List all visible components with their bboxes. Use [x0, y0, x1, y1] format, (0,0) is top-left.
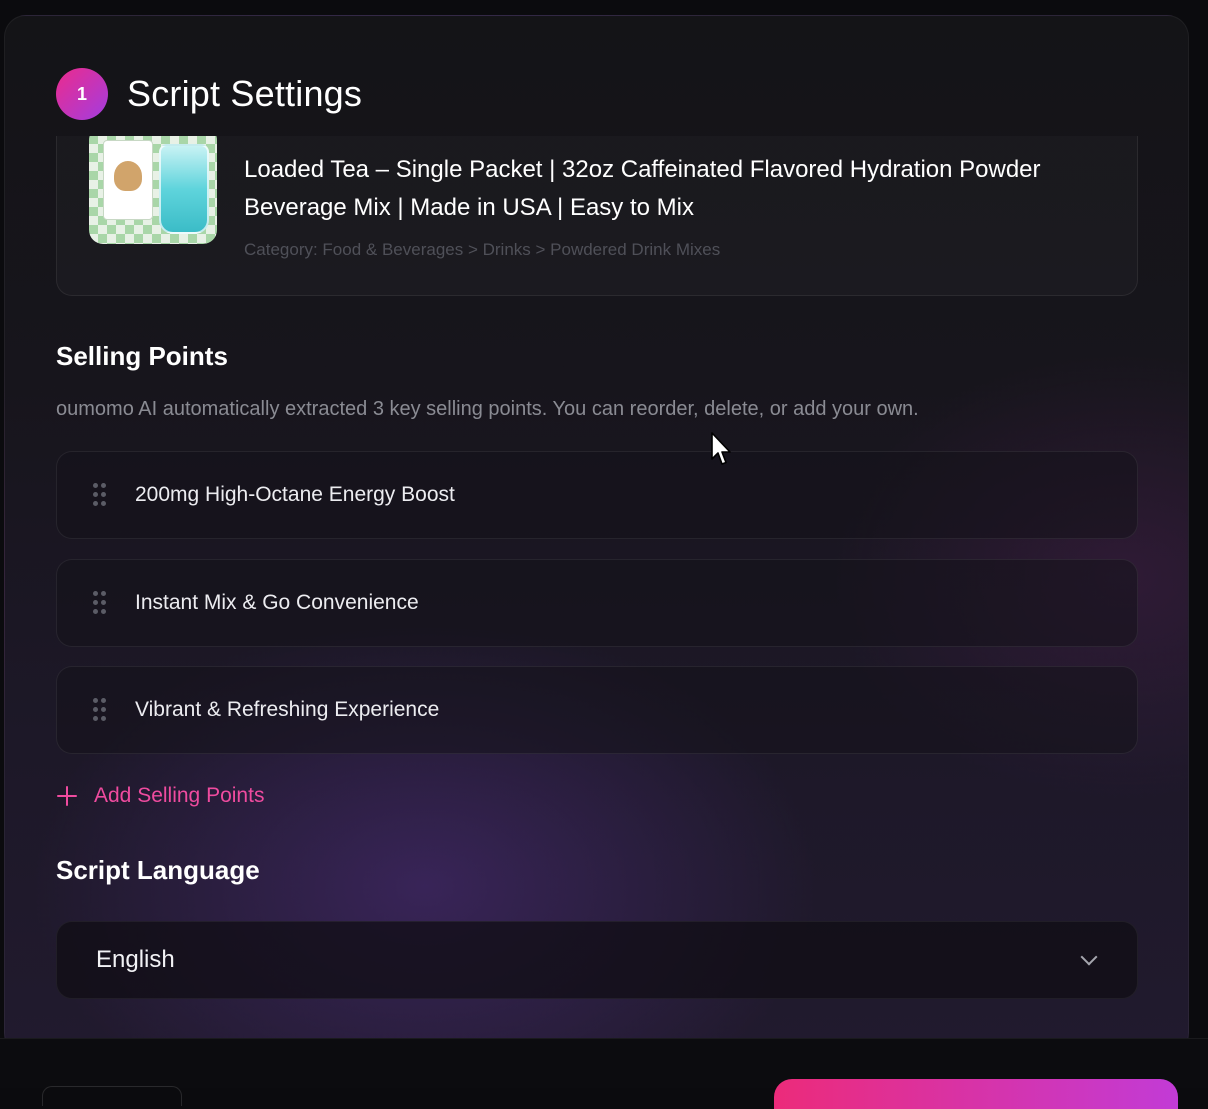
product-card[interactable]: Loaded Tea – Single Packet | 32oz Caffei… — [56, 136, 1138, 296]
product-thumbnail — [89, 136, 217, 244]
selling-points-description: oumomo AI automatically extracted 3 key … — [56, 398, 919, 420]
script-language-title: Script Language — [56, 855, 260, 885]
plus-icon — [56, 785, 78, 807]
selected-language: English — [96, 946, 175, 973]
product-packet-image — [103, 140, 153, 220]
product-title: Loaded Tea – Single Packet | 32oz Caffei… — [244, 156, 1041, 221]
chevron-down-icon — [1080, 948, 1098, 966]
footer-secondary-button[interactable] — [42, 1086, 182, 1106]
step-badge: 1 — [56, 68, 108, 120]
drag-handle-icon[interactable] — [93, 591, 107, 615]
footer-bar — [0, 1038, 1208, 1109]
selling-point-label[interactable]: Instant Mix & Go Convenience — [135, 591, 419, 615]
product-category: Category: Food & Beverages > Drinks > Po… — [244, 240, 721, 259]
mouse-cursor-icon — [711, 432, 731, 465]
footer-primary-button[interactable] — [774, 1079, 1178, 1109]
selling-point-item[interactable]: 200mg High-Octane Energy Boost — [56, 451, 1138, 539]
page-title: Script Settings — [127, 73, 363, 114]
drag-handle-icon[interactable] — [93, 698, 107, 722]
script-language-select[interactable]: English — [56, 921, 1138, 999]
selling-point-item[interactable]: Vibrant & Refreshing Experience — [56, 666, 1138, 754]
add-selling-points-button[interactable]: Add Selling Points — [56, 784, 264, 808]
add-selling-points-label: Add Selling Points — [94, 784, 265, 807]
section-header: 1 Script Settings — [56, 68, 362, 120]
selling-points-title: Selling Points — [56, 341, 228, 371]
script-settings-panel: 1 Script Settings Loaded Tea – Single Pa… — [4, 15, 1189, 1055]
drag-handle-icon[interactable] — [93, 483, 107, 507]
selling-point-item[interactable]: Instant Mix & Go Convenience — [56, 559, 1138, 647]
selling-point-label[interactable]: 200mg High-Octane Energy Boost — [135, 483, 455, 507]
product-drink-image — [159, 144, 209, 234]
selling-point-label[interactable]: Vibrant & Refreshing Experience — [135, 698, 439, 722]
